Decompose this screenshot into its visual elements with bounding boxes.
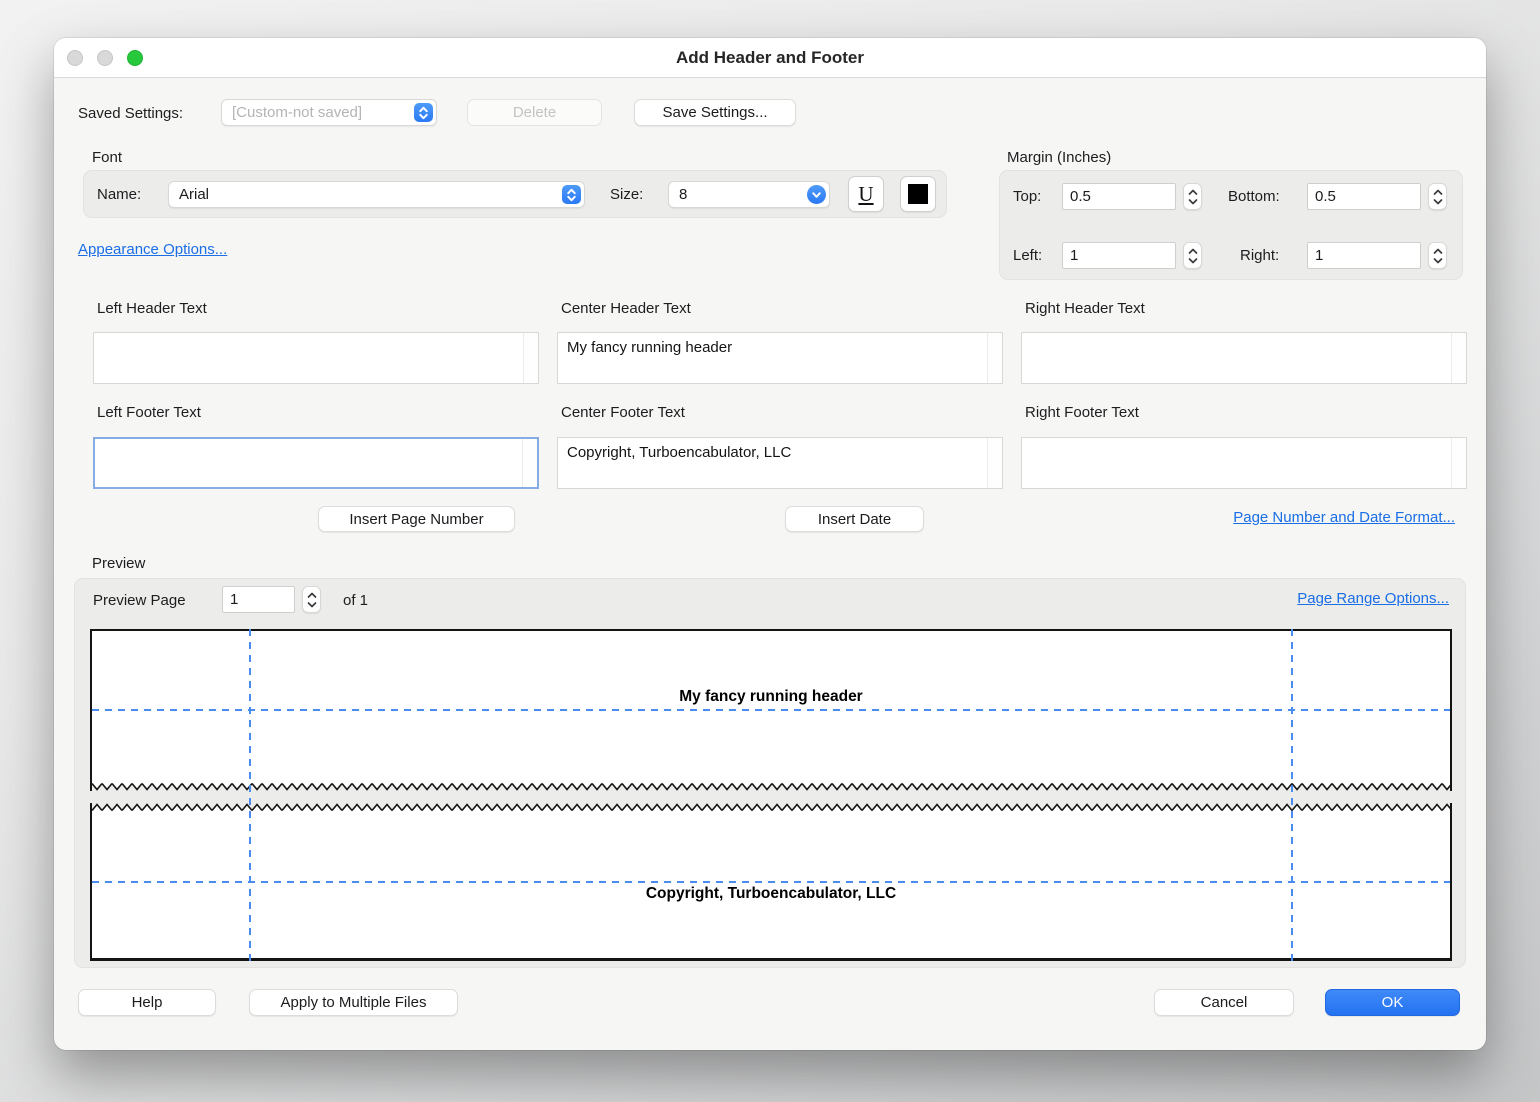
font-name-label: Name: (97, 186, 141, 203)
font-size-combo[interactable]: 8 (668, 181, 830, 208)
preview-panel: Preview Page of 1 Page Range Options... (74, 578, 1466, 968)
scrollbar-gutter (1451, 438, 1466, 488)
torn-edge-icon (92, 782, 1450, 791)
preview-header-text: My fancy running header (90, 686, 1452, 708)
font-size-value: 8 (679, 186, 807, 203)
margin-bottom-input[interactable] (1307, 183, 1421, 210)
margin-top-label: Top: (1013, 188, 1041, 205)
font-name-select[interactable]: Arial (168, 181, 585, 208)
chevron-up-icon (307, 592, 317, 599)
center-footer-textarea[interactable]: Copyright, Turboencabulator, LLC (557, 437, 1003, 489)
page-range-options-link[interactable]: Page Range Options... (1297, 590, 1449, 607)
scrollbar-gutter (987, 438, 1002, 488)
underline-icon: U (858, 184, 873, 205)
scrollbar-gutter (1451, 333, 1466, 383)
margin-panel: Top: Bottom: Left: Right: (999, 170, 1463, 280)
font-color-button[interactable] (900, 176, 936, 212)
center-header-label: Center Header Text (561, 300, 691, 317)
save-settings-button[interactable]: Save Settings... (634, 99, 796, 126)
margin-bottom-stepper[interactable] (1428, 183, 1447, 210)
popup-updown-icon (562, 185, 581, 204)
chevron-up-icon (1433, 189, 1443, 196)
saved-settings-value: [Custom-not saved] (232, 104, 414, 121)
torn-edge-icon (92, 803, 1450, 812)
margin-top-input[interactable] (1062, 183, 1176, 210)
font-name-value: Arial (179, 186, 562, 203)
preview-page-label: Preview Page (93, 592, 186, 609)
margin-right-stepper[interactable] (1428, 242, 1447, 269)
margin-section-label: Margin (Inches) (1007, 149, 1111, 166)
chevron-down-icon (1433, 198, 1443, 205)
page-number-date-format-link[interactable]: Page Number and Date Format... (1233, 509, 1455, 526)
scrollbar-gutter (523, 333, 538, 383)
chevron-down-icon (307, 601, 317, 608)
chevron-down-icon (811, 191, 822, 199)
scrollbar-gutter (522, 439, 537, 487)
appearance-options-link[interactable]: Appearance Options... (78, 241, 227, 258)
margin-left-input[interactable] (1062, 242, 1176, 269)
preview-section-label: Preview (92, 555, 145, 572)
chevron-down-icon (1188, 198, 1198, 205)
saved-settings-select[interactable]: [Custom-not saved] (221, 99, 437, 126)
right-header-textarea[interactable] (1021, 332, 1467, 384)
page-preview: My fancy running header Copyright, Turbo… (90, 629, 1452, 961)
font-panel: Name: Arial Size: 8 U (83, 170, 947, 218)
cancel-button[interactable]: Cancel (1154, 989, 1294, 1016)
center-footer-value: Copyright, Turboencabulator, LLC (567, 444, 982, 461)
combo-arrow-icon (807, 185, 826, 204)
left-footer-label: Left Footer Text (97, 404, 201, 421)
title-bar: Add Header and Footer (54, 38, 1486, 78)
chevron-up-icon (1188, 248, 1198, 255)
margin-left-label: Left: (1013, 247, 1042, 264)
saved-settings-label: Saved Settings: (78, 105, 183, 122)
chevron-up-icon (1433, 248, 1443, 255)
chevrons-updown-icon (566, 188, 577, 202)
center-footer-label: Center Footer Text (561, 404, 685, 421)
font-size-label: Size: (610, 186, 643, 203)
chevron-down-icon (1188, 257, 1198, 264)
left-header-label: Left Header Text (97, 300, 207, 317)
right-footer-textarea[interactable] (1021, 437, 1467, 489)
delete-button[interactable]: Delete (467, 99, 602, 126)
left-margin-guide (249, 629, 251, 961)
chevron-up-icon (1188, 189, 1198, 196)
preview-page-input[interactable] (222, 586, 295, 613)
popup-updown-icon (414, 103, 433, 122)
ok-button[interactable]: OK (1325, 989, 1460, 1016)
header-margin-guide (92, 709, 1450, 711)
right-margin-guide (1291, 629, 1293, 961)
chevron-down-icon (1433, 257, 1443, 264)
window-title: Add Header and Footer (54, 38, 1486, 78)
preview-footer-text: Copyright, Turboencabulator, LLC (90, 883, 1452, 905)
margin-right-input[interactable] (1307, 242, 1421, 269)
help-button[interactable]: Help (78, 989, 216, 1016)
margin-top-stepper[interactable] (1183, 183, 1202, 210)
margin-right-label: Right: (1240, 247, 1279, 264)
preview-of-label: of 1 (343, 592, 368, 609)
right-header-label: Right Header Text (1025, 300, 1145, 317)
insert-page-number-button[interactable]: Insert Page Number (318, 506, 515, 532)
insert-date-button[interactable]: Insert Date (785, 506, 924, 532)
left-header-textarea[interactable] (93, 332, 539, 384)
margin-left-stepper[interactable] (1183, 242, 1202, 269)
margin-bottom-label: Bottom: (1228, 188, 1280, 205)
apply-to-multiple-files-button[interactable]: Apply to Multiple Files (249, 989, 458, 1016)
chevrons-updown-icon (418, 106, 429, 120)
underline-button[interactable]: U (848, 176, 884, 212)
scrollbar-gutter (987, 333, 1002, 383)
font-section-label: Font (92, 149, 122, 166)
center-header-textarea[interactable]: My fancy running header (557, 332, 1003, 384)
preview-page-stepper[interactable] (302, 586, 321, 613)
font-color-swatch (908, 184, 928, 204)
add-header-footer-dialog: Add Header and Footer Saved Settings: [C… (54, 38, 1486, 1050)
right-footer-label: Right Footer Text (1025, 404, 1139, 421)
left-footer-textarea[interactable] (93, 437, 539, 489)
center-header-value: My fancy running header (567, 339, 982, 356)
